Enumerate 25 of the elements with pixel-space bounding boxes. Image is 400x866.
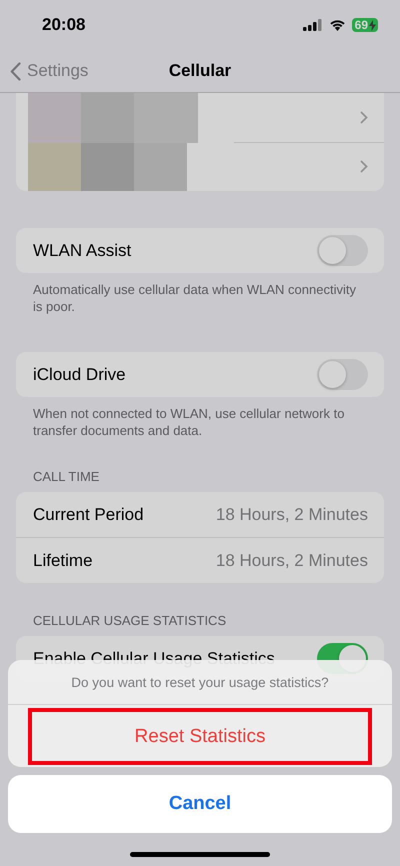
row-label: Current Period (33, 504, 144, 524)
row-value: 18 Hours, 2 Minutes (216, 504, 368, 524)
toggle-switch[interactable] (317, 359, 368, 390)
sheet-message: Do you want to reset your usage statistics? (8, 660, 392, 705)
cancel-button[interactable]: Cancel (8, 775, 392, 833)
row-value: 18 Hours, 2 Minutes (216, 550, 368, 570)
toggle-switch[interactable] (317, 235, 368, 266)
signal-icon (302, 19, 323, 31)
battery-level: 69 (354, 18, 368, 32)
row-label: iCloud Drive (33, 364, 126, 384)
back-button[interactable]: Settings (0, 61, 88, 81)
chevron-right-icon (360, 160, 368, 174)
chevron-right-icon (360, 110, 368, 124)
section-footer: Automatically use cellular data when WLAN connectivity is poor. (16, 273, 384, 315)
wifi-icon (328, 19, 346, 31)
reset-button[interactable]: Reset Statistics (28, 708, 372, 765)
row-label: WLAN Assist (33, 240, 132, 260)
row-label: Lifetime (33, 550, 93, 570)
page-title: Cellular (168, 61, 232, 81)
clock-time: 20:08 (42, 15, 86, 35)
chevron-left-icon (10, 62, 21, 80)
section-footer: When not connected to WLAN, use cellular network to transfer documents and data. (16, 397, 384, 439)
section-header: CELLULAR USAGE STATISTICS (32, 613, 228, 630)
section-header: CALL TIME (32, 469, 100, 486)
bolt-icon (369, 20, 376, 30)
